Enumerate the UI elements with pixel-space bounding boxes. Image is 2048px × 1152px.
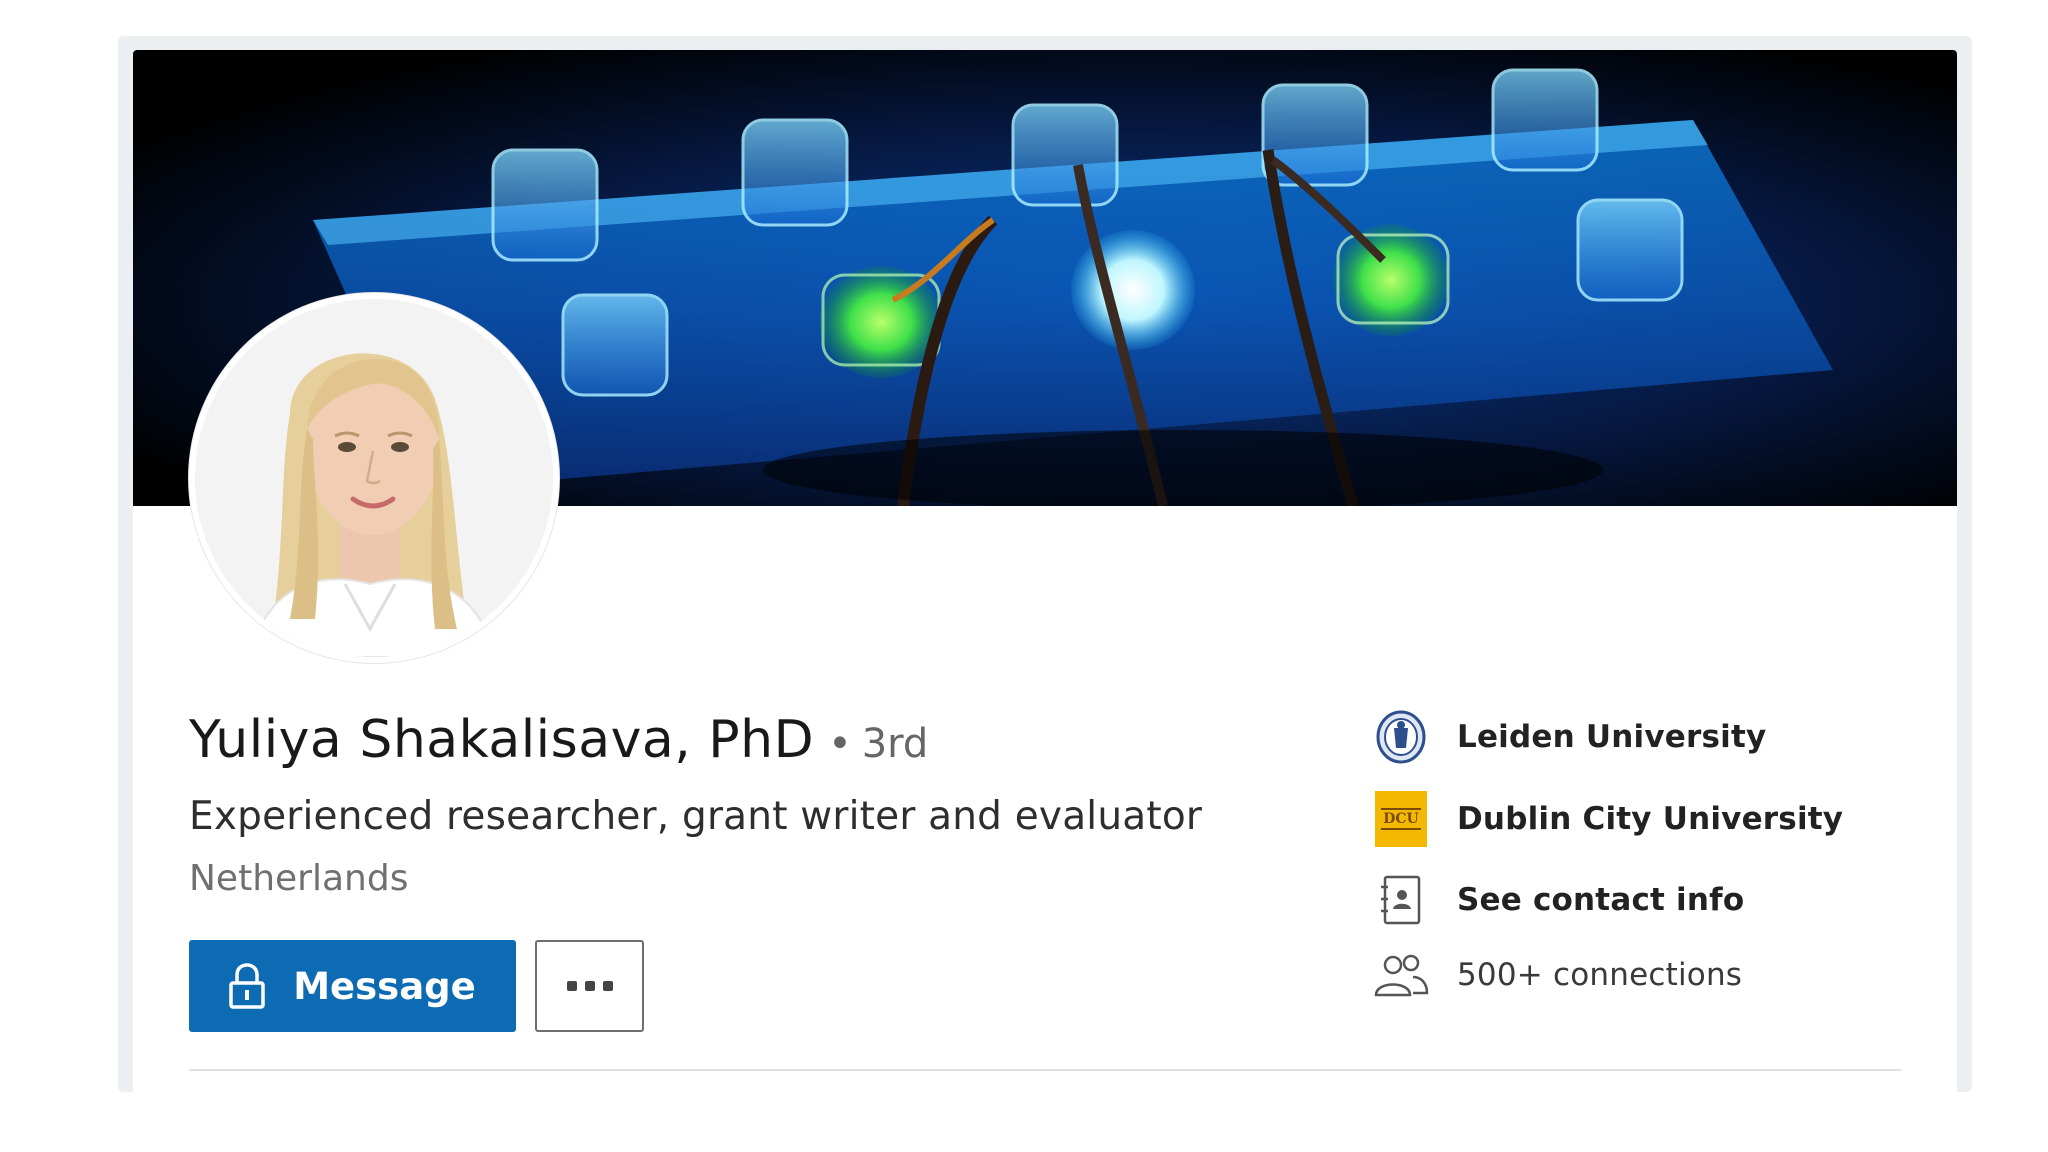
section-divider: [189, 1069, 1901, 1071]
profile-location: Netherlands: [189, 858, 409, 899]
more-icon: [566, 981, 613, 991]
education-leiden-label: Leiden University: [1457, 719, 1767, 755]
connection-degree: 3rd: [861, 721, 929, 767]
message-button-label: Message: [293, 964, 476, 1008]
dcu-logo-icon: DCU: [1373, 791, 1429, 847]
people-icon: [1373, 947, 1429, 1003]
degree-separator: •: [828, 721, 852, 767]
profile-page: Yuliya Shakalisava, PhD • 3rd Experience…: [0, 0, 2048, 1152]
profile-name: Yuliya Shakalisava, PhD: [189, 710, 815, 770]
contact-info-link[interactable]: See contact info: [1373, 868, 1744, 932]
page-bottom: [0, 1092, 2048, 1152]
connections-link[interactable]: 500+ connections: [1373, 943, 1742, 1007]
education-item-leiden[interactable]: Leiden University: [1373, 705, 1766, 769]
profile-card: Yuliya Shakalisava, PhD • 3rd Experience…: [133, 50, 1957, 1092]
lock-icon: [229, 963, 265, 1009]
contact-card-icon: [1373, 872, 1429, 928]
contact-info-label: See contact info: [1457, 882, 1745, 918]
leiden-university-seal-icon: [1373, 709, 1429, 765]
dcu-logo-text: DCU: [1381, 808, 1421, 830]
message-button[interactable]: Message: [189, 940, 516, 1032]
more-actions-button[interactable]: [535, 940, 644, 1032]
connections-label: 500+ connections: [1457, 957, 1743, 993]
name-row: Yuliya Shakalisava, PhD • 3rd: [189, 710, 928, 780]
education-item-dcu[interactable]: DCU Dublin City University: [1373, 787, 1843, 851]
profile-avatar[interactable]: [189, 293, 559, 663]
education-dcu-label: Dublin City University: [1457, 801, 1844, 837]
profile-headline: Experienced researcher, grant writer and…: [189, 794, 1203, 839]
